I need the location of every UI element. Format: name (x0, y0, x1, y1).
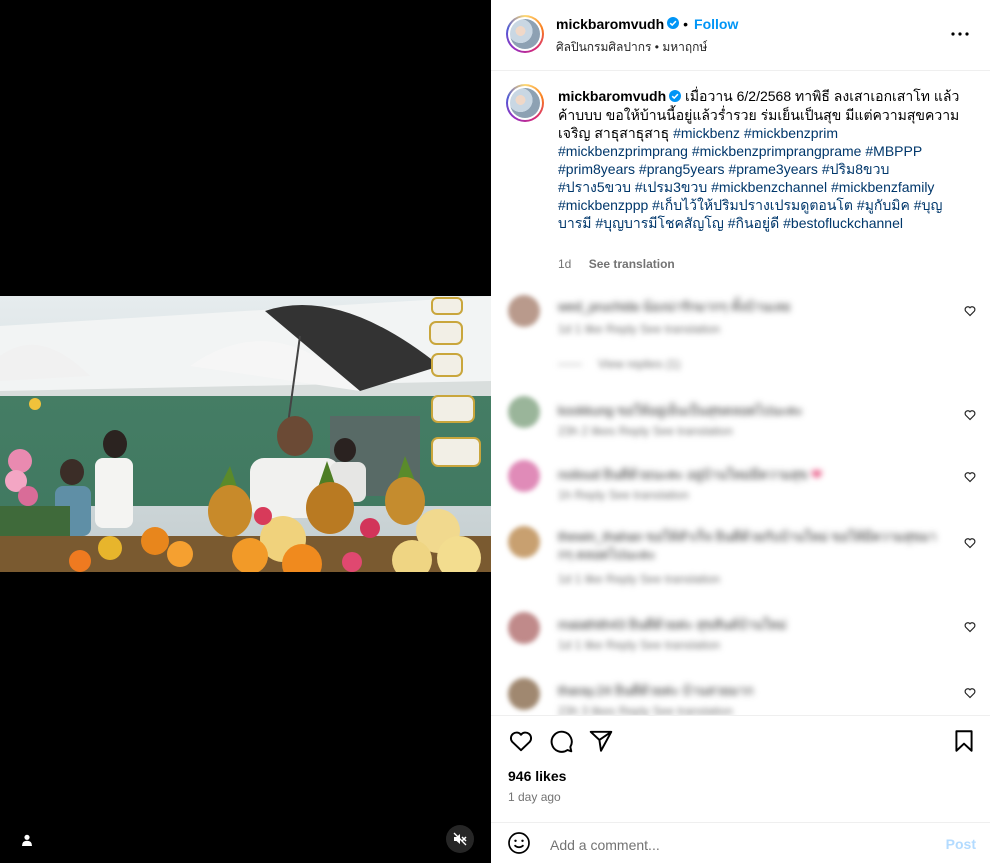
post-comment-button[interactable]: Post (946, 836, 976, 852)
hashtag-link[interactable]: #มูกับมิค (857, 197, 910, 213)
caption-author-avatar[interactable] (506, 84, 544, 122)
hashtag-link[interactable]: #prang5years (639, 161, 725, 177)
hashtag-link[interactable]: #prim8years (558, 161, 635, 177)
commenter-avatar[interactable] (508, 612, 540, 644)
author-username[interactable]: mickbaromvudh (556, 16, 664, 32)
caption-text: mickbaromvudh เมื่อวาน 6/2/2568 ทาพิธี ล… (558, 87, 963, 232)
comment-meta[interactable]: 23h 2 likes Reply See translation (558, 424, 733, 438)
comment-text: thewin_thahan ขอให้สำเร็จ ยินดีด้วยกับบ้… (558, 529, 937, 562)
hashtag-link[interactable]: #mickbenzprimprangprame (692, 143, 862, 159)
comment-meta[interactable]: 1d 1 like Reply See translation (558, 638, 720, 652)
hashtag-link[interactable]: #mickbenzprimprang (558, 143, 688, 159)
heart-outline-icon (964, 622, 976, 633)
hashtag-link[interactable]: #bestofluckchannel (783, 215, 903, 231)
heart-outline-icon (964, 688, 976, 699)
hashtag-link[interactable]: #กินอยู่ดี (728, 215, 780, 231)
like-button[interactable] (508, 728, 534, 754)
person-icon (22, 834, 32, 846)
heart-outline-icon (509, 731, 533, 752)
heart-outline-icon (964, 538, 976, 549)
hashtag-link[interactable]: #บุญบารมีโชคสัญโญ (595, 215, 723, 231)
comment-meta[interactable]: 1d 1 like Reply See translation (558, 322, 720, 336)
author-avatar[interactable] (506, 15, 544, 53)
verified-badge-icon (669, 88, 682, 106)
post-media[interactable] (0, 0, 491, 863)
post-detail-panel: mickbaromvudh • Follow ศิลปินกรมศิลปากร • … (491, 0, 990, 863)
commenter-avatar[interactable] (508, 295, 540, 327)
comment-text: kookkung ขอให้อยู่เย็นเป็นสุขตลอดไปนะคะ (558, 403, 803, 418)
post-location[interactable]: ศิลปินกรมศิลปากร • มหาฤกษ์ (556, 38, 707, 57)
follow-button[interactable]: Follow (694, 16, 738, 32)
view-replies-button[interactable]: View replies (1) (558, 357, 680, 371)
see-translation-link[interactable]: See translation (589, 257, 675, 271)
more-horizontal-icon (951, 32, 969, 36)
comment-meta[interactable]: 23h 3 likes Reply See translation (558, 704, 733, 715)
more-options-button[interactable] (948, 22, 972, 46)
hashtag-link[interactable]: #mickbenz (673, 125, 740, 141)
comment-bubble-icon (550, 730, 573, 753)
likes-count[interactable]: 946 likes (508, 768, 566, 784)
like-comment-button[interactable] (964, 536, 976, 549)
heart-outline-icon (964, 410, 976, 421)
caption-age: 1d (558, 257, 572, 271)
heart-outline-icon (964, 472, 976, 483)
commenter-avatar[interactable] (508, 526, 540, 558)
verified-badge-icon (667, 16, 680, 34)
commenter-avatar[interactable] (508, 678, 540, 710)
post-header: mickbaromvudh • Follow ศิลปินกรมศิลปากร • … (491, 0, 990, 71)
comment-text: tharay.24 ยินดีด้วยค่ะ บ้านสวยมาก (558, 683, 754, 698)
comment-text: noiloud ยินดีด้วยนะคะ อยู่บ้านใหม่มีความ… (558, 467, 823, 482)
emoji-smiley-icon (508, 832, 530, 854)
hashtag-link[interactable]: #mickbenzppp (558, 197, 648, 213)
post-actions-bar (491, 715, 990, 764)
commenter-avatar[interactable] (508, 396, 540, 428)
hashtag-link[interactable]: #ปริม8ขวบ (822, 161, 890, 177)
like-comment-button[interactable] (964, 620, 976, 633)
hashtag-link[interactable]: #mickbenzfamily (831, 179, 934, 195)
bookmark-icon (955, 730, 973, 752)
video-player[interactable] (0, 296, 491, 572)
caption-username[interactable]: mickbaromvudh (558, 88, 666, 104)
add-comment-bar: Post (491, 822, 990, 864)
hashtag-link[interactable]: #mickbenzchannel (711, 179, 827, 195)
header-separator: • (683, 16, 689, 33)
like-comment-button[interactable] (964, 304, 976, 317)
like-comment-button[interactable] (964, 408, 976, 421)
comment-text: wed_pruchida น้องน่ารักมากๆ ทั้งบ้านเลย (558, 299, 791, 314)
like-comment-button[interactable] (964, 470, 976, 483)
tagged-people-button[interactable] (14, 827, 40, 853)
save-button[interactable] (951, 728, 977, 754)
heart-outline-icon (964, 306, 976, 317)
paper-plane-icon (589, 730, 613, 752)
caption-meta: 1d See translation (558, 257, 675, 271)
comments-list[interactable]: wed_pruchida น้องน่ารักมากๆ ทั้งบ้านเลย … (491, 290, 990, 715)
hashtag-link[interactable]: #mickbenzprim (744, 125, 838, 141)
emoji-picker-button[interactable] (507, 831, 533, 857)
hashtag-link[interactable]: #prame3years (728, 161, 818, 177)
hashtag-link[interactable]: #MBPPP (865, 143, 922, 159)
comment-meta[interactable]: 1h Reply See translation (558, 488, 689, 502)
muted-speaker-icon (453, 832, 467, 846)
comment-text: maiathith43 ยินดีด้วยค่ะ สุขสันต์บ้านใหม… (558, 617, 787, 632)
video-frame-image (0, 296, 491, 572)
commenter-avatar[interactable] (508, 460, 540, 492)
mute-toggle-button[interactable] (446, 825, 474, 853)
hashtag-link[interactable]: #เก็บไว้ให้ปริมปรางเปรมดูตอนโต (652, 197, 853, 213)
comment-meta[interactable]: 1d 1 like Reply See translation (558, 572, 720, 586)
post-timestamp[interactable]: 1 day ago (508, 790, 561, 804)
hashtag-link[interactable]: #ปราง5ขวบ (558, 179, 631, 195)
comment-button[interactable] (548, 728, 574, 754)
like-comment-button[interactable] (964, 686, 976, 699)
share-button[interactable] (588, 728, 614, 754)
hashtag-link[interactable]: #เปรม3ขวบ (635, 179, 707, 195)
comment-input[interactable] (548, 831, 922, 859)
